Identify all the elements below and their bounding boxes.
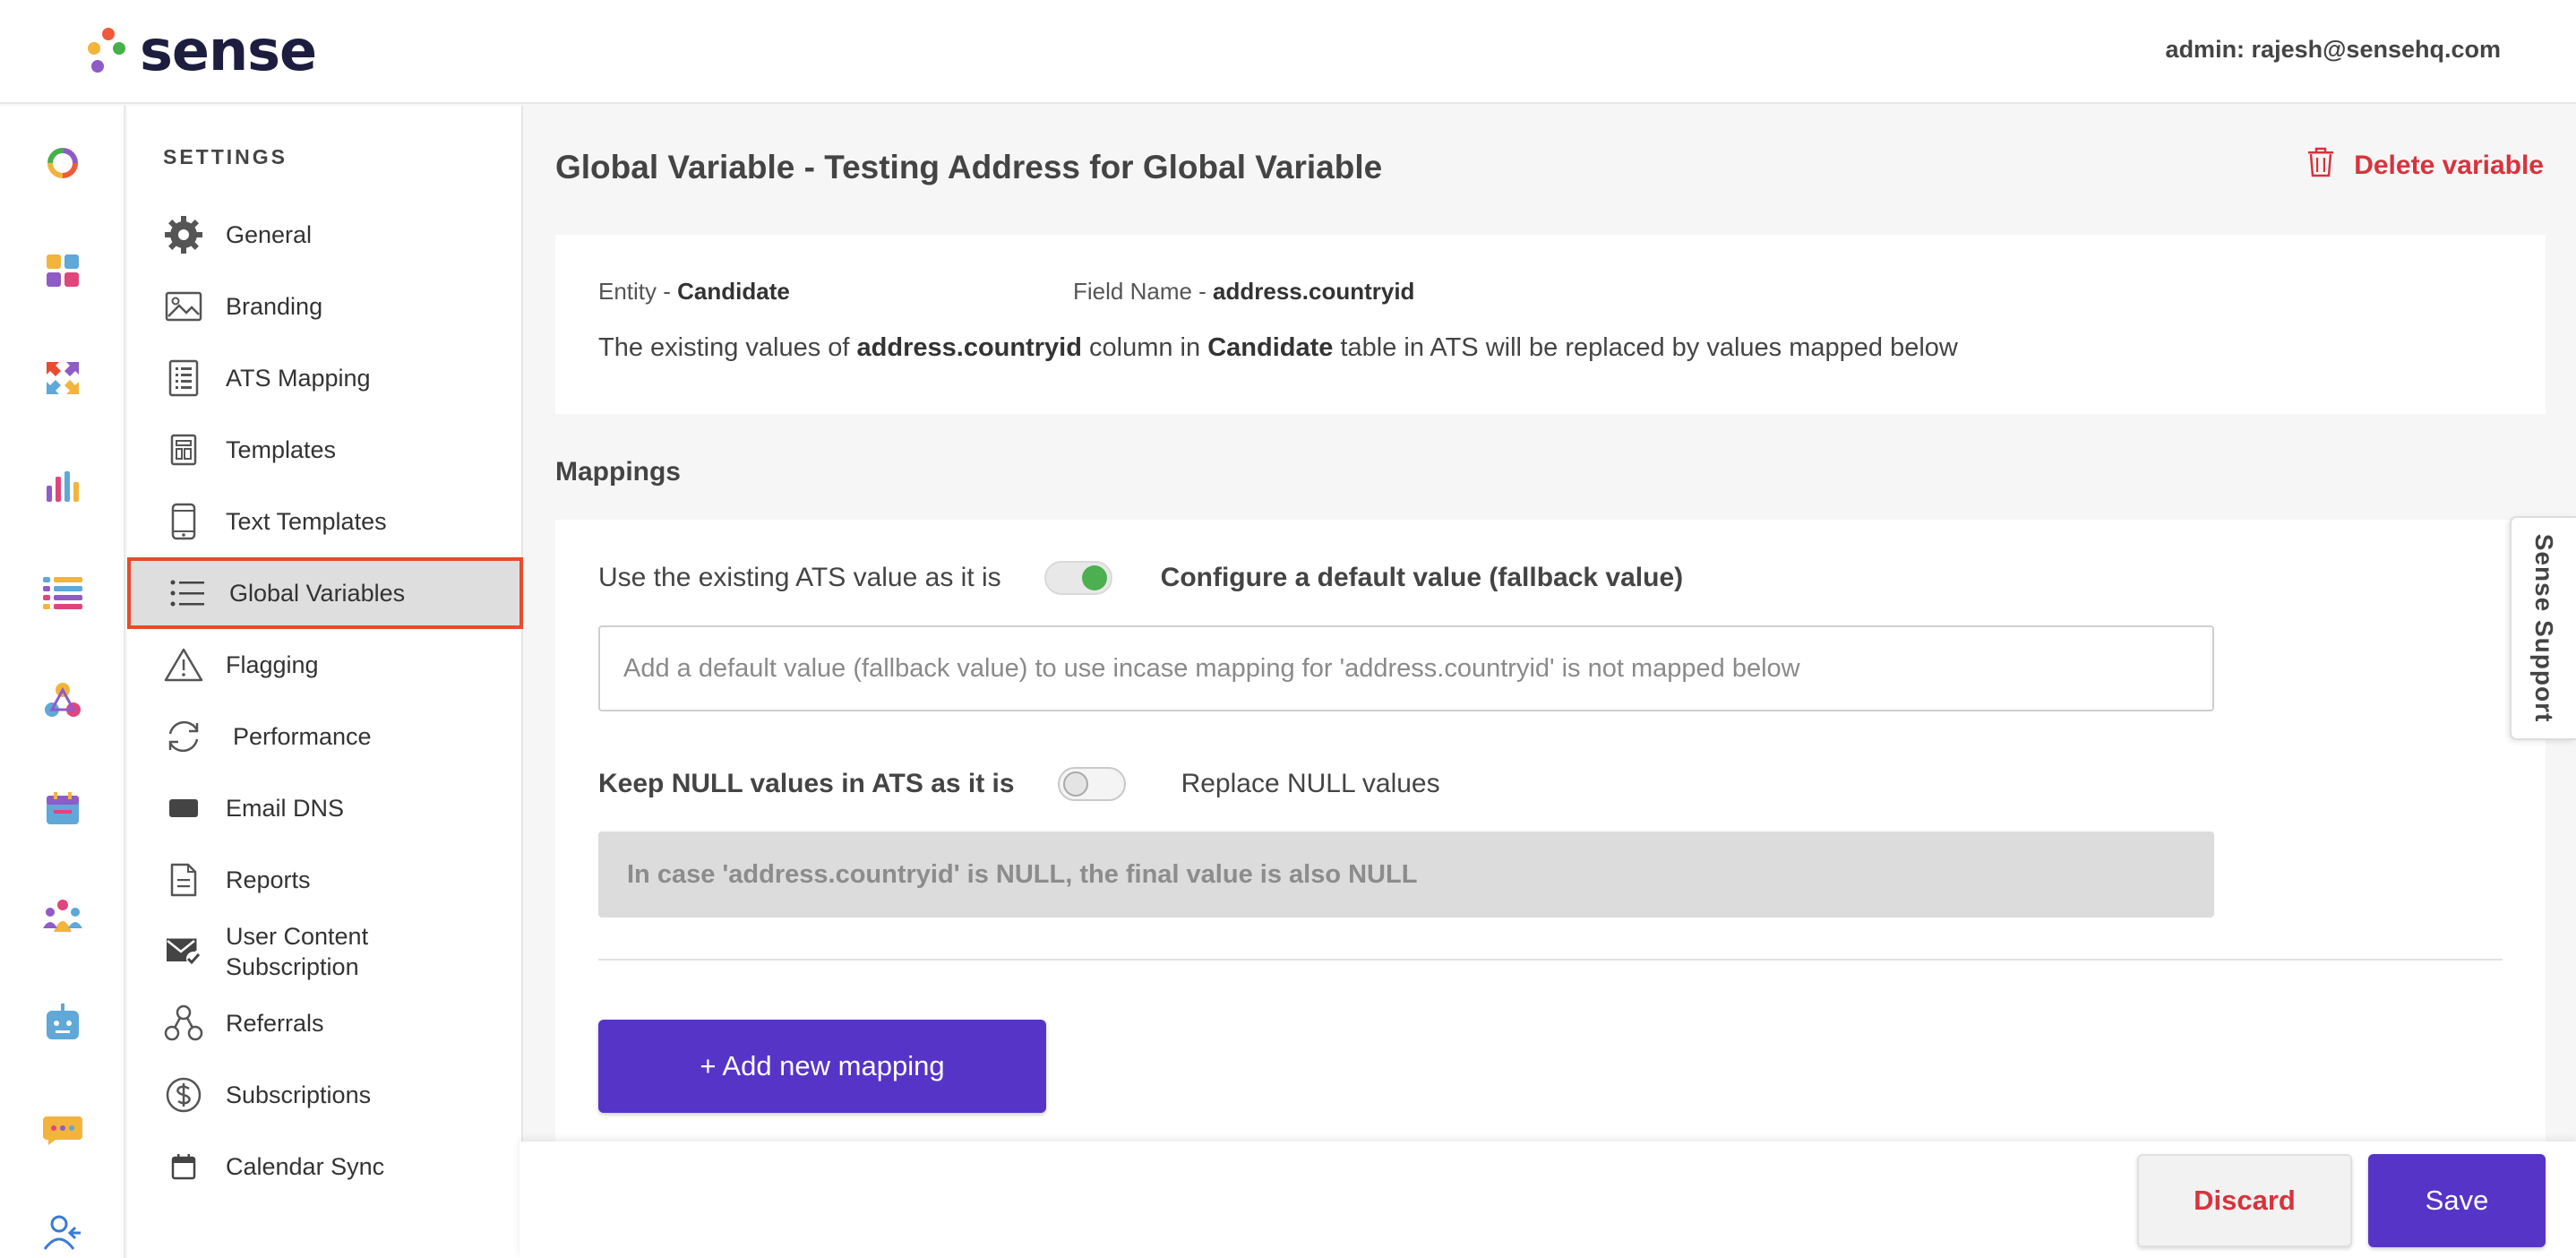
keep-null-label: Keep NULL values in ATS as it is [598, 769, 1015, 798]
sense-logo[interactable]: sense [86, 18, 317, 83]
sidebar-item-label: Branding [226, 293, 323, 320]
use-existing-label: Use the existing ATS value as it is [598, 563, 1001, 592]
sense-support-label: Sense Support [2530, 533, 2558, 723]
mappings-heading: Mappings [555, 457, 681, 487]
trash-icon [2307, 147, 2334, 185]
list-icon [167, 573, 208, 614]
field-name-label: Field Name - [1073, 278, 1214, 305]
brand-name: sense [140, 18, 317, 83]
toggle-knob [1081, 565, 1107, 590]
save-button[interactable]: Save [2368, 1154, 2546, 1247]
page-title: Global Variable - Testing Address for Gl… [555, 149, 1383, 185]
sidebar-item-templates[interactable]: Templates [127, 414, 523, 486]
email-dns-icon [163, 788, 204, 829]
null-info-box: In case 'address.countryid' is NULL, the… [598, 831, 2214, 918]
report-icon [163, 859, 204, 900]
variable-info-card: Entity - Candidate Field Name - address.… [555, 235, 2546, 414]
sidebar-item-label: Referrals [226, 1010, 324, 1037]
delete-variable-label: Delete variable [2354, 151, 2544, 180]
phone-icon [163, 501, 204, 542]
add-new-mapping-button[interactable]: + Add new mapping [598, 1020, 1046, 1113]
configure-default-label: Configure a default value (fallback valu… [1160, 563, 1684, 592]
dashboard-icon[interactable] [39, 247, 86, 294]
field-name-value: address.countryid [1213, 278, 1415, 305]
analytics-icon[interactable] [39, 462, 86, 509]
warning-icon [163, 644, 204, 685]
top-header: sense admin: rajesh@sensehq.com [0, 0, 2576, 104]
sidebar-item-label: User Content Subscription [226, 923, 369, 980]
sidebar-item-general[interactable]: General [127, 199, 523, 271]
sidebar-item-flagging[interactable]: Flagging [127, 629, 523, 701]
sidebar-item-label: Reports [226, 866, 311, 893]
desc-suffix: table in ATS will be replaced by values … [1333, 333, 1958, 362]
document-list-icon [163, 358, 204, 399]
app-nav-rail [0, 106, 125, 1258]
logo-dots-icon [86, 22, 131, 80]
default-value-input[interactable] [598, 625, 2214, 711]
desc-field: address.countryid [856, 333, 1082, 362]
chatbot-icon[interactable] [39, 1000, 86, 1047]
user-referral-icon[interactable] [39, 1210, 86, 1256]
sidebar-item-performance[interactable]: Performance [127, 701, 523, 772]
entity-label: Entity - [598, 278, 678, 305]
sidebar-item-user-content-subscription[interactable]: User Content Subscription [127, 916, 523, 987]
entity-value: Candidate [677, 278, 790, 305]
sidebar-item-label: Performance [233, 723, 372, 750]
ring-logo-icon[interactable] [39, 140, 86, 186]
sidebar-item-label: Global Variables [229, 580, 406, 607]
sidebar-item-reports[interactable]: Reports [127, 844, 523, 916]
sidebar-item-referrals[interactable]: Referrals [127, 987, 523, 1059]
image-icon [163, 286, 204, 327]
sidebar-item-global-variables[interactable]: Global Variables [127, 557, 523, 629]
gear-icon [163, 214, 204, 255]
arrows-icon[interactable] [39, 355, 86, 401]
sidebar-item-label: General [226, 221, 313, 248]
entity-info: Entity - Candidate [598, 278, 790, 306]
desc-mid: column in [1081, 333, 1208, 362]
replacement-description: The existing values of address.countryid… [598, 333, 1958, 363]
desc-entity: Candidate [1207, 333, 1334, 362]
sidebar-item-label: Text Templates [226, 508, 387, 535]
template-icon [163, 429, 204, 470]
mail-check-icon [163, 931, 204, 972]
sidebar-item-ats-mapping[interactable]: ATS Mapping [127, 342, 523, 414]
field-name-info: Field Name - address.countryid [1073, 278, 1414, 306]
sense-support-tab[interactable]: Sense Support [2510, 516, 2576, 740]
delete-variable-button[interactable]: Delete variable [2307, 147, 2544, 185]
sidebar-item-branding[interactable]: Branding [127, 271, 523, 342]
replace-null-label: Replace NULL values [1181, 769, 1440, 798]
sidebar-item-label: Calendar Sync [226, 1153, 385, 1180]
sidebar-item-label: Flagging [226, 651, 319, 678]
divider [598, 959, 2503, 961]
admin-user-label[interactable]: admin: rajesh@sensehq.com [2166, 36, 2501, 64]
settings-title: SETTINGS [163, 145, 288, 168]
referral-icon [163, 1003, 204, 1044]
sidebar-item-label: Subscriptions [226, 1081, 372, 1108]
null-values-toggle[interactable] [1057, 767, 1126, 801]
null-toggle-row: Keep NULL values in ATS as it is Replace… [598, 767, 1440, 801]
messages-icon[interactable] [39, 1107, 86, 1154]
mappings-card: Use the existing ATS value as it is Conf… [555, 520, 2546, 1147]
action-footer: Discard Save [519, 1142, 2576, 1258]
settings-sidebar: SETTINGS General Branding ATS Mapping Te… [127, 106, 523, 1258]
discard-button[interactable]: Discard [2137, 1154, 2352, 1247]
default-value-toggle-row: Use the existing ATS value as it is Conf… [598, 561, 1683, 595]
sidebar-item-email-dns[interactable]: Email DNS [127, 772, 523, 844]
sidebar-item-label: Templates [226, 436, 337, 463]
toggle-knob [1062, 771, 1088, 797]
dollar-icon [163, 1074, 204, 1116]
sidebar-item-text-templates[interactable]: Text Templates [127, 486, 523, 557]
lists-icon[interactable] [39, 570, 86, 616]
refresh-icon [163, 716, 204, 757]
sidebar-item-calendar-sync[interactable]: Calendar Sync [127, 1131, 523, 1202]
sidebar-item-label: ATS Mapping [226, 365, 371, 392]
default-value-toggle[interactable] [1043, 561, 1112, 595]
sidebar-item-subscriptions[interactable]: Subscriptions [127, 1059, 523, 1131]
calendar-icon [163, 1146, 204, 1187]
network-icon[interactable] [39, 677, 86, 724]
sidebar-item-label: Email DNS [226, 795, 345, 822]
calendar-icon[interactable] [39, 785, 86, 831]
desc-prefix: The existing values of [598, 333, 857, 362]
team-icon[interactable] [39, 892, 86, 939]
